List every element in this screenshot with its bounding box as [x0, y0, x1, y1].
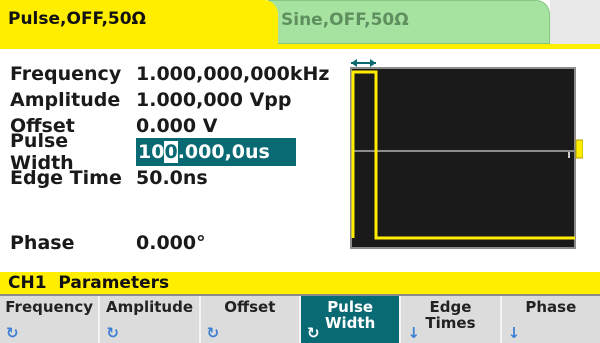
softkey-amplitude[interactable]: Amplitude ↻ — [100, 296, 201, 343]
softkey-row: Frequency ↻ Amplitude ↻ Offset ↻ Pulse W… — [0, 296, 600, 343]
softkey-offset[interactable]: Offset ↻ — [200, 296, 301, 343]
waveform-plot-area — [350, 67, 576, 249]
softkey-pulse-width[interactable]: Pulse Width ↻ — [300, 296, 402, 343]
param-edge-time-value: 50.0ns — [136, 167, 208, 189]
param-offset-value: 0.000 V — [136, 115, 218, 137]
param-amplitude-value: 1.000,000 Vpp — [136, 89, 292, 111]
param-frequency-label: Frequency — [10, 63, 122, 85]
knob-icon: ↻ — [6, 324, 19, 342]
active-tab-rule — [0, 44, 600, 49]
softkey-frequency[interactable]: Frequency ↻ — [0, 296, 101, 343]
tab-channel-2-label: Sine,OFF,50Ω — [281, 10, 409, 30]
param-frequency[interactable]: Frequency 1.000,000,000kHz — [10, 60, 329, 88]
knob-icon: ↻ — [106, 324, 119, 342]
param-amplitude-label: Amplitude — [10, 89, 121, 111]
softkey-label: Edge — [429, 298, 472, 316]
softkey-label: Offset — [224, 298, 276, 316]
value-digits-before-cursor: 10 — [138, 141, 165, 163]
function-generator-screen: Sine,OFF,50Ω Pulse,OFF,50Ω Frequency 1.0… — [0, 0, 600, 343]
knob-icon: ↻ — [306, 324, 320, 342]
softkey-edge-times[interactable]: Edge Times ↓ — [401, 296, 502, 343]
trigger-level-marker-icon — [575, 139, 583, 159]
param-phase-label: Phase — [10, 232, 75, 254]
value-digits-after-cursor: .000,0us — [177, 141, 270, 163]
softkey-label: Amplitude — [105, 298, 193, 316]
param-pulse-width-value[interactable]: 10 0.000,0us — [136, 138, 296, 166]
channel-parameters-bar: CH1 Parameters — [0, 272, 600, 294]
param-frequency-value: 1.000,000,000kHz — [136, 63, 330, 85]
tab-channel-1-label: Pulse,OFF,50Ω — [8, 9, 147, 29]
param-amplitude[interactable]: Amplitude 1.000,000 Vpp — [10, 86, 292, 114]
tab-strip-background — [550, 0, 600, 44]
param-pulse-width[interactable]: Pulse Width 10 0.000,0us — [10, 130, 296, 174]
waveform-preview — [343, 56, 583, 250]
softkey-label: Frequency — [5, 298, 94, 316]
param-phase-value: 0.000° — [136, 232, 206, 254]
softkey-phase[interactable]: Phase ↓ — [501, 296, 600, 343]
param-edge-time[interactable]: Edge Time 50.0ns — [10, 164, 208, 192]
tab-channel-1[interactable]: Pulse,OFF,50Ω — [0, 0, 278, 44]
edit-cursor-digit[interactable]: 0 — [164, 141, 178, 163]
tab-channel-2[interactable]: Sine,OFF,50Ω — [268, 0, 550, 44]
knob-icon: ↻ — [206, 324, 220, 342]
param-phase[interactable]: Phase 0.000° — [10, 229, 206, 257]
submenu-arrow-icon: ↓ — [507, 324, 521, 342]
param-edge-time-label: Edge Time — [10, 167, 122, 189]
softkey-label: Pulse — [327, 298, 374, 316]
softkey-label: Phase — [525, 298, 577, 316]
channel-parameters-label: CH1 Parameters — [8, 273, 170, 293]
submenu-arrow-icon: ↓ — [407, 324, 420, 342]
